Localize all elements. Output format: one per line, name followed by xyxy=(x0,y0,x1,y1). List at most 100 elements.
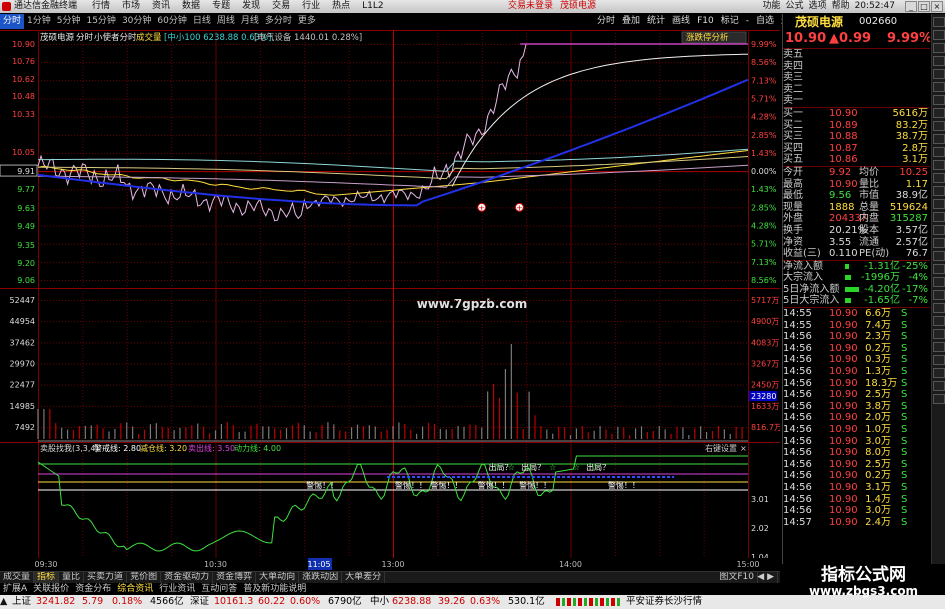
side-tool-icon[interactable] xyxy=(933,238,945,248)
menu-item[interactable]: 热点 xyxy=(332,1,350,11)
period-tab[interactable]: 多分时 xyxy=(262,14,295,29)
info-tab[interactable]: 行业资讯 xyxy=(156,583,198,595)
side-tool-icon[interactable] xyxy=(933,186,945,196)
close-icon[interactable]: × xyxy=(931,1,943,12)
side-tool-icon[interactable] xyxy=(933,212,945,222)
sh-index-label[interactable]: 上证 xyxy=(12,595,31,609)
menu-item[interactable]: 交易 xyxy=(272,1,290,11)
indicator-tab[interactable]: 买卖力道 xyxy=(84,572,128,583)
tick-row[interactable]: 14:56 10.90 0.2万 S xyxy=(783,343,930,355)
tick-row[interactable]: 14:56 10.90 0.2万 S xyxy=(783,470,930,482)
tick-row[interactable]: 14:56 10.90 2.5万 S xyxy=(783,389,930,401)
menu-item[interactable]: 行情 xyxy=(92,1,110,11)
period-tab[interactable]: 分时 xyxy=(0,14,25,29)
indicator-tab[interactable]: 竞价图 xyxy=(127,572,162,583)
info-tab[interactable]: 资金分布 xyxy=(72,583,114,595)
toolbar-button[interactable]: 自选 xyxy=(754,14,776,29)
tick-row[interactable]: 14:56 10.90 3.1万 S xyxy=(783,482,930,494)
side-tool-icon[interactable] xyxy=(933,316,945,326)
sz-index-label[interactable]: 深证 xyxy=(190,595,209,609)
info-tab[interactable]: 扩展A xyxy=(0,583,30,595)
limit-analysis-label[interactable]: 涨跌停分析 xyxy=(686,32,729,43)
side-tool-icon[interactable] xyxy=(933,108,945,118)
indicator-tab[interactable]: 资金驱动力 xyxy=(161,572,214,583)
indicator-name[interactable]: 卖股找我(3,3,4) xyxy=(40,443,99,453)
tick-row[interactable]: 14:55 10.90 7.4万 S xyxy=(783,320,930,332)
side-tool-icon[interactable] xyxy=(933,30,945,40)
side-tool-icon[interactable] xyxy=(933,264,945,274)
tick-row[interactable]: 14:56 10.90 1.4万 S xyxy=(783,494,930,506)
period-tab[interactable]: 60分钟 xyxy=(154,14,189,29)
side-tool-icon[interactable] xyxy=(933,56,945,66)
intraday-chart-svg[interactable]: 10.90 10.76 10.62 10.48 10.33 10.05 9.91 9.77 9.… xyxy=(0,30,780,558)
info-tab[interactable]: 关联报价 xyxy=(30,583,72,595)
tick-row[interactable]: 14:56 10.90 3.8万 S xyxy=(783,401,930,413)
tick-row[interactable]: 14:57 10.90 2.4万 S xyxy=(783,517,930,529)
toolbar-button[interactable]: - xyxy=(744,14,751,29)
menu-item[interactable]: 公式 xyxy=(786,1,804,11)
tick-row[interactable]: 14:56 10.90 18.3万 S xyxy=(783,378,930,390)
f10-button[interactable]: 图文F10 xyxy=(716,572,758,583)
indicator-tab[interactable]: 成交量 xyxy=(0,572,35,583)
toolbar-button[interactable]: 画线 xyxy=(670,14,692,29)
side-tool-icon[interactable] xyxy=(933,342,945,352)
tick-row[interactable]: 14:56 10.90 2.3万 S xyxy=(783,331,930,343)
menu-item[interactable]: 市场 xyxy=(122,1,140,11)
info-tab[interactable]: 普及新功能说明 xyxy=(240,583,309,595)
side-tool-icon[interactable] xyxy=(933,368,945,378)
toolbar-button[interactable]: 分时 xyxy=(595,14,617,29)
period-tab[interactable]: 周线 xyxy=(214,14,238,29)
toolbar-button[interactable]: F10 xyxy=(695,14,716,29)
chart-area[interactable]: 10.90 10.76 10.62 10.48 10.33 10.05 9.91 9.77 9.… xyxy=(0,30,780,558)
menu-item[interactable]: 帮助 xyxy=(832,1,850,11)
tick-row[interactable]: 14:56 10.90 2.0万 S xyxy=(783,412,930,424)
maximize-icon[interactable]: □ xyxy=(918,1,930,12)
tick-row[interactable]: 14:56 10.90 1.0万 S xyxy=(783,424,930,436)
side-tool-icon[interactable] xyxy=(933,199,945,209)
side-tool-icon[interactable] xyxy=(933,82,945,92)
tick-row[interactable]: 14:56 10.90 8.0万 S xyxy=(783,447,930,459)
menu-item[interactable]: 资讯 xyxy=(152,1,170,11)
side-tool-icon[interactable] xyxy=(933,147,945,157)
indicator-tab[interactable]: 资金博弈 xyxy=(213,572,257,583)
tick-row[interactable]: 14:55 10.90 6.6万 S xyxy=(783,308,930,320)
tick-row[interactable]: 14:56 10.90 1.3万 S xyxy=(783,366,930,378)
menu-item[interactable]: 功能 xyxy=(763,1,781,11)
zx-index-label[interactable]: 中小 xyxy=(370,595,389,609)
side-tool-icon[interactable] xyxy=(933,121,945,131)
side-tool-icon[interactable] xyxy=(933,95,945,105)
indicator-close-icon[interactable]: × xyxy=(740,444,747,453)
side-tool-icon[interactable] xyxy=(933,225,945,235)
tick-list[interactable]: 14:55 10.90 6.6万 S 14:55 10.90 7.4万 S 14:56 10.90… xyxy=(783,308,930,528)
chart-helper[interactable]: 小使者分时 xyxy=(94,32,137,43)
indicator-tab[interactable]: 量比 xyxy=(59,572,85,583)
menu-item[interactable]: 发现 xyxy=(242,1,260,11)
info-tab[interactable]: 综合资讯 xyxy=(114,583,156,595)
side-tool-icon[interactable] xyxy=(933,290,945,300)
toolbar-button[interactable]: 统计 xyxy=(645,14,667,29)
side-tool-icon[interactable] xyxy=(933,355,945,365)
period-tab[interactable]: 5分钟 xyxy=(54,14,84,29)
menu-item[interactable]: L1L2 xyxy=(362,1,383,11)
info-tab[interactable]: 互动问答 xyxy=(198,583,240,595)
side-tool-icon[interactable] xyxy=(933,329,945,339)
period-tab[interactable]: 月线 xyxy=(238,14,262,29)
side-tool-icon[interactable] xyxy=(933,134,945,144)
period-tab[interactable]: 15分钟 xyxy=(83,14,118,29)
tick-row[interactable]: 14:56 10.90 0.3万 S xyxy=(783,354,930,366)
side-tool-icon[interactable] xyxy=(933,173,945,183)
side-tool-icon[interactable] xyxy=(933,43,945,53)
indicator-setting[interactable]: 右键设置 xyxy=(705,443,737,453)
period-tab[interactable]: 30分钟 xyxy=(119,14,154,29)
indicator-tab[interactable]: 涨跌动因 xyxy=(299,572,343,583)
tick-row[interactable]: 14:56 10.90 3.0万 S xyxy=(783,505,930,517)
minimize-icon[interactable]: _ xyxy=(905,1,917,12)
side-tool-icon[interactable] xyxy=(933,160,945,170)
side-tool-icon[interactable] xyxy=(933,17,945,27)
stock-name-link[interactable]: 茂硕电源 xyxy=(560,0,596,13)
toolbar-button[interactable]: 叠加 xyxy=(620,14,642,29)
menu-item[interactable]: 选项 xyxy=(809,1,827,11)
side-tool-icon[interactable] xyxy=(933,303,945,313)
tick-row[interactable]: 14:56 10.90 3.0万 S xyxy=(783,436,930,448)
indicator-tab[interactable]: 大单差分 xyxy=(342,572,386,583)
